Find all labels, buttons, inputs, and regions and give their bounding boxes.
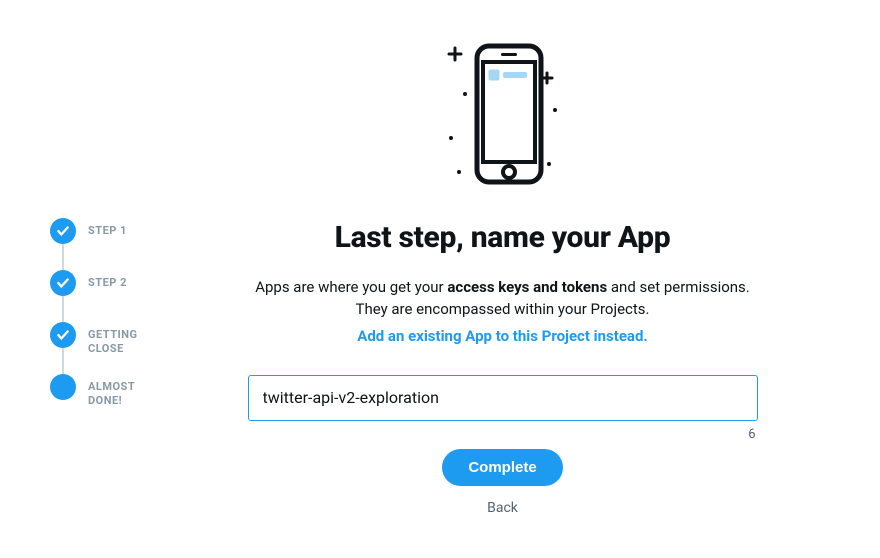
desc-bold: access keys and tokens bbox=[447, 278, 607, 296]
page-description: Apps are where you get your access keys … bbox=[253, 277, 753, 321]
check-icon bbox=[50, 270, 76, 296]
step-1: STEP 1 bbox=[50, 218, 185, 270]
check-icon bbox=[50, 322, 76, 348]
main-content: Last step, name your App Apps are where … bbox=[185, 20, 820, 538]
app-name-field-wrap: 6 bbox=[248, 375, 758, 421]
step-label: ALMOST DONE! bbox=[88, 374, 168, 409]
current-step-icon bbox=[50, 374, 76, 400]
stepper-sidebar: STEP 1 STEP 2 GETTING CLOSE bbox=[50, 20, 185, 538]
page-heading: Last step, name your App bbox=[335, 220, 671, 255]
step-connector bbox=[62, 348, 64, 374]
step-4-current: ALMOST DONE! bbox=[50, 374, 185, 409]
step-connector bbox=[62, 296, 64, 322]
step-2: STEP 2 bbox=[50, 270, 185, 322]
phone-illustration-icon bbox=[413, 38, 593, 192]
app-name-input[interactable] bbox=[248, 375, 758, 421]
add-existing-app-link[interactable]: Add an existing App to this Project inst… bbox=[357, 327, 648, 345]
step-label: STEP 2 bbox=[88, 270, 127, 290]
back-link[interactable]: Back bbox=[487, 500, 518, 516]
step-label: GETTING CLOSE bbox=[88, 322, 168, 357]
desc-pre: Apps are where you get your bbox=[255, 278, 447, 296]
char-count: 6 bbox=[748, 427, 755, 442]
step-3: GETTING CLOSE bbox=[50, 322, 185, 374]
complete-button[interactable]: Complete bbox=[442, 449, 562, 486]
check-icon bbox=[50, 218, 76, 244]
step-label: STEP 1 bbox=[88, 218, 127, 238]
step-connector bbox=[62, 244, 64, 270]
